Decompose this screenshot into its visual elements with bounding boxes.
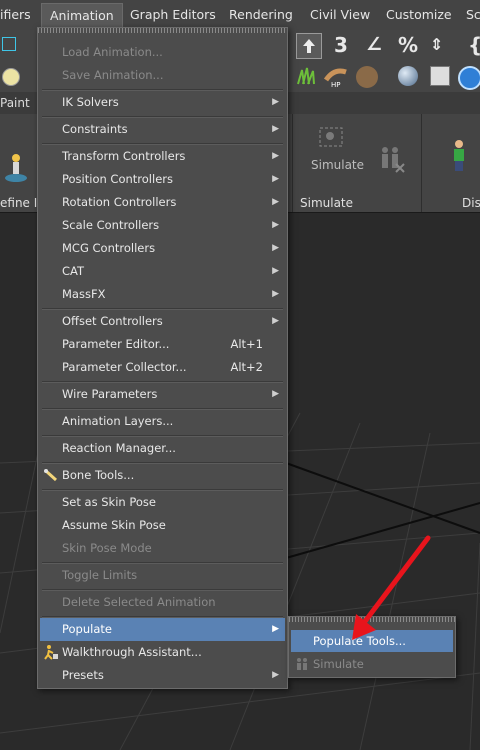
display-section-label: Dis — [462, 196, 480, 210]
grass-icon[interactable] — [296, 66, 316, 86]
spinner-snap-icon[interactable]: ⇕ — [430, 32, 443, 58]
menu-item-populate[interactable]: Populate ▶ — [40, 618, 285, 641]
submenu-arrow-icon: ▶ — [272, 389, 279, 399]
submenu-arrow-icon: ▶ — [272, 670, 279, 680]
submenu-arrow-icon: ▶ — [272, 124, 279, 134]
bone-icon — [43, 467, 59, 483]
menu-item-massfx[interactable]: MassFX ▶ — [40, 283, 285, 306]
menu-item-bone-tools[interactable]: Bone Tools... — [40, 464, 285, 487]
menu-item-transform-controllers[interactable]: Transform Controllers ▶ — [40, 145, 285, 168]
simulate-button[interactable]: Simulate — [311, 158, 364, 172]
shortcut-label: Alt+1 — [230, 337, 263, 351]
menu-tearoff-strip[interactable] — [38, 28, 287, 33]
menu-item-parameter-editor[interactable]: Parameter Editor... Alt+1 — [40, 333, 285, 356]
menu-item-load-animation[interactable]: Load Animation... — [40, 41, 285, 64]
menu-civil-view[interactable]: Civil View — [310, 7, 370, 22]
menu-item-set-as-skin-pose[interactable]: Set as Skin Pose — [40, 491, 285, 514]
menu-item-animation-layers[interactable]: Animation Layers... — [40, 410, 285, 433]
menu-item-save-animation[interactable]: Save Animation... — [40, 64, 285, 87]
menu-item-skin-pose-mode[interactable]: Skin Pose Mode — [40, 537, 285, 560]
menu-modifiers[interactable]: ifiers — [0, 7, 31, 22]
submenu-arrow-icon: ▶ — [272, 220, 279, 230]
snap-3d-icon[interactable]: 3 — [334, 32, 348, 58]
simulate-section-label: Simulate — [300, 196, 354, 210]
simulate-button-icon[interactable] — [316, 124, 352, 154]
menu-item-walkthrough-assistant[interactable]: Walkthrough Assistant... — [40, 641, 285, 664]
ribbon-separator — [292, 114, 293, 212]
percent-snap-icon[interactable]: % — [398, 32, 418, 58]
menu-graph-editors[interactable]: Graph Editors — [130, 7, 216, 22]
animation-menu: Load Animation... Save Animation... IK S… — [37, 27, 288, 689]
menu-item-delete-selected-animation[interactable]: Delete Selected Animation — [40, 591, 285, 614]
walkthrough-icon — [43, 644, 59, 660]
submenu-arrow-icon: ▶ — [272, 316, 279, 326]
menu-item-cat[interactable]: CAT ▶ — [40, 260, 285, 283]
render-globe-icon[interactable] — [458, 66, 480, 90]
texture-ball-icon[interactable] — [356, 66, 378, 88]
render-sphere-icon[interactable] — [398, 66, 418, 86]
simulate-icon — [295, 656, 309, 670]
menu-item-rotation-controllers[interactable]: Rotation Controllers ▶ — [40, 191, 285, 214]
render-frame-icon[interactable] — [430, 66, 450, 86]
submenu-arrow-icon: ▶ — [272, 197, 279, 207]
menu-item-parameter-collector[interactable]: Parameter Collector... Alt+2 — [40, 356, 285, 379]
angle-snap-icon[interactable]: ∠ — [366, 32, 382, 58]
material-sphere-icon[interactable] — [2, 68, 20, 86]
hair-icon[interactable]: HP — [323, 66, 348, 89]
define-idle-icon[interactable] — [4, 148, 30, 184]
menu-item-presets[interactable]: Presets ▶ — [40, 664, 285, 687]
menu-item-wire-parameters[interactable]: Wire Parameters ▶ — [40, 383, 285, 406]
menu-item-assume-skin-pose[interactable]: Assume Skin Pose — [40, 514, 285, 537]
annotation-arrow — [352, 535, 431, 640]
submenu-arrow-icon: ▶ — [272, 97, 279, 107]
menu-item-mcg-controllers[interactable]: MCG Controllers ▶ — [40, 237, 285, 260]
menu-item-ik-solvers[interactable]: IK Solvers ▶ — [40, 91, 285, 114]
menu-item-toggle-limits[interactable]: Toggle Limits — [40, 564, 285, 587]
menu-scripting[interactable]: Sc — [466, 7, 480, 22]
menu-item-offset-controllers[interactable]: Offset Controllers ▶ — [40, 310, 285, 333]
tab-paint[interactable]: Paint — [0, 96, 30, 110]
shortcut-label: Alt+2 — [230, 360, 263, 374]
people-disabled-icon — [376, 144, 406, 178]
submenu-item-simulate[interactable]: Simulate — [291, 653, 453, 675]
select-region-icon[interactable] — [2, 37, 16, 51]
submenu-arrow-icon: ▶ — [272, 243, 279, 253]
menu-item-reaction-manager[interactable]: Reaction Manager... — [40, 437, 285, 460]
submenu-arrow-icon: ▶ — [272, 624, 279, 634]
ribbon-separator — [421, 114, 422, 212]
brace-icon[interactable]: { — [468, 32, 480, 58]
submenu-arrow-icon: ▶ — [272, 151, 279, 161]
menu-animation[interactable]: Animation — [41, 3, 123, 29]
select-object-icon[interactable] — [296, 33, 322, 59]
menu-item-position-controllers[interactable]: Position Controllers ▶ — [40, 168, 285, 191]
submenu-arrow-icon: ▶ — [272, 266, 279, 276]
submenu-arrow-icon: ▶ — [272, 174, 279, 184]
menu-item-scale-controllers[interactable]: Scale Controllers ▶ — [40, 214, 285, 237]
submenu-arrow-icon: ▶ — [272, 289, 279, 299]
menu-rendering[interactable]: Rendering — [229, 7, 293, 22]
menu-customize[interactable]: Customize — [386, 7, 452, 22]
display-person-icon[interactable] — [450, 138, 468, 172]
svg-text:HP: HP — [331, 81, 341, 88]
menu-item-constraints[interactable]: Constraints ▶ — [40, 118, 285, 141]
